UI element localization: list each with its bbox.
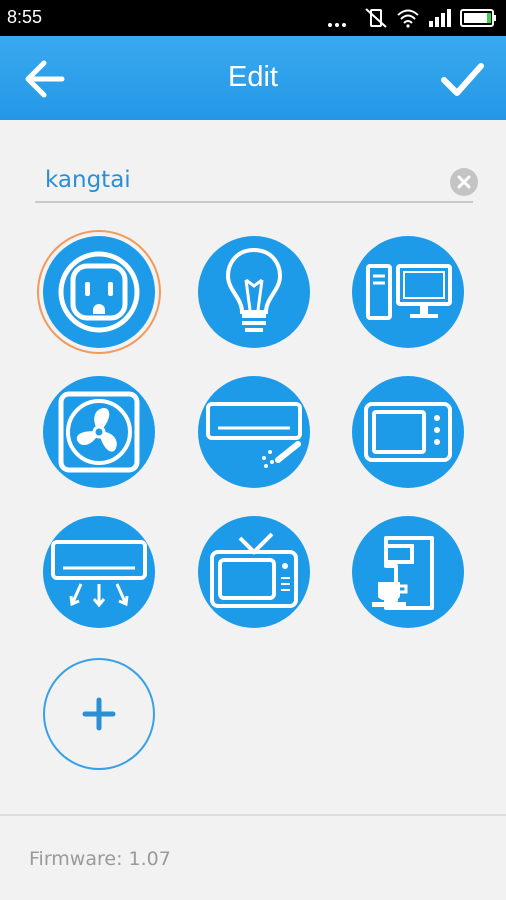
input-underline (35, 201, 473, 203)
cell-signal-icon (429, 9, 451, 27)
clear-x-icon (457, 175, 471, 189)
firmware-version: Firmware: 1.07 (29, 848, 171, 870)
air-conditioner-icon-button[interactable] (198, 376, 310, 488)
air-conditioner-airflow-icon (51, 540, 147, 608)
air-conditioner-airflow-icon-button[interactable] (43, 516, 155, 628)
fan-icon (58, 391, 140, 473)
outlet-icon (58, 251, 140, 333)
signal-dots-icon (328, 23, 346, 27)
device-name-row (35, 160, 478, 204)
microwave-icon (364, 402, 452, 462)
computer-icon (366, 264, 452, 320)
status-icons (326, 6, 498, 30)
tv-icon (210, 532, 298, 608)
wifi-icon (397, 9, 419, 28)
clear-button[interactable] (450, 168, 478, 196)
light-bulb-icon-button[interactable] (198, 236, 310, 348)
footer-divider (0, 814, 506, 816)
air-conditioner-icon (206, 402, 302, 468)
vibrate-muted-icon (365, 8, 387, 28)
status-time: 8:55 (7, 7, 43, 27)
computer-icon-button[interactable] (352, 236, 464, 348)
plus-icon (82, 697, 116, 731)
light-bulb-icon (225, 247, 283, 332)
checkmark-icon (441, 63, 484, 96)
coffee-maker-icon (372, 536, 434, 610)
page-title: Edit (228, 61, 278, 93)
status-bar: 8:55 (0, 0, 506, 36)
outlet-icon-button[interactable] (43, 236, 155, 348)
coffee-maker-icon-button[interactable] (352, 516, 464, 628)
microwave-icon-button[interactable] (352, 376, 464, 488)
tv-icon-button[interactable] (198, 516, 310, 628)
fan-icon-button[interactable] (43, 376, 155, 488)
device-name-input[interactable] (35, 160, 449, 200)
add-icon-button[interactable] (43, 658, 155, 770)
confirm-button[interactable] (436, 54, 488, 106)
app-bar: Edit (0, 36, 506, 120)
battery-icon (460, 9, 496, 27)
